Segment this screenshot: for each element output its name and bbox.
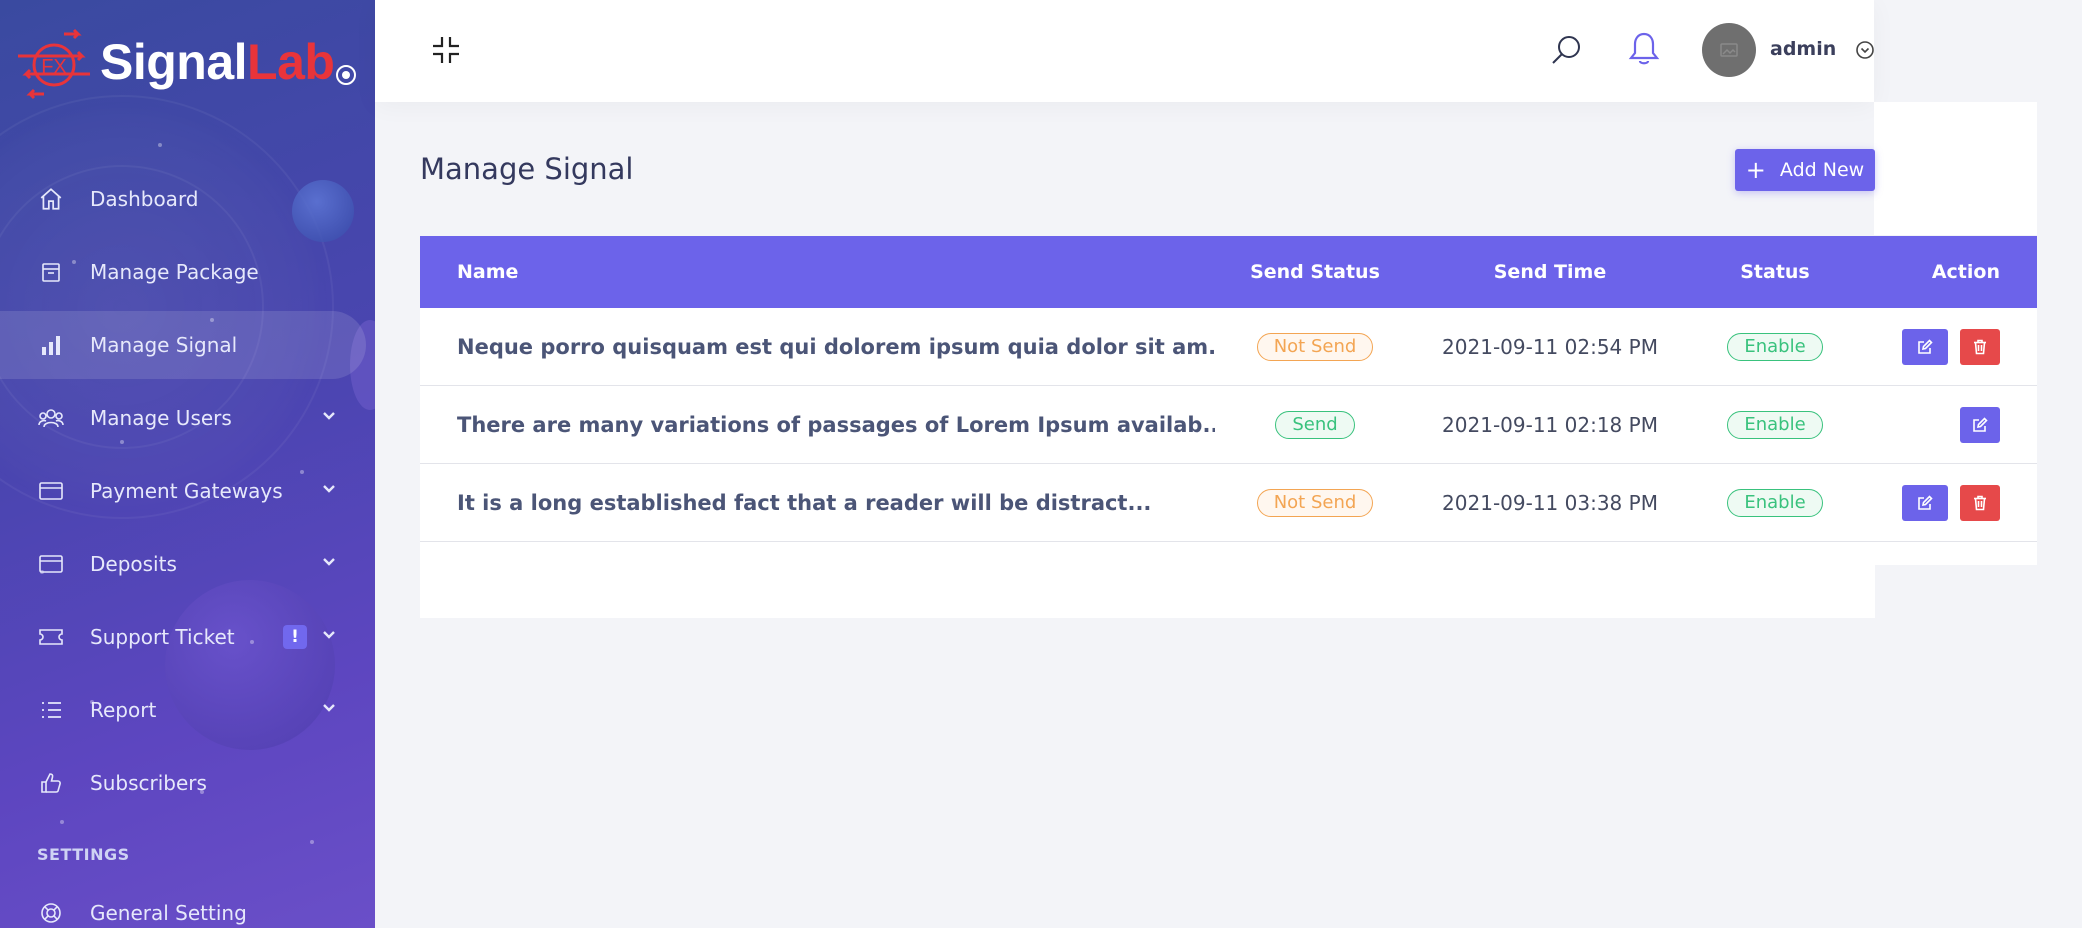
sidebar-item-label: Deposits <box>90 552 177 576</box>
chevron-down-circle-icon[interactable] <box>1855 40 1875 60</box>
brand-logo[interactable]: FX SignalLab <box>12 22 352 102</box>
trash-icon <box>1974 339 1986 354</box>
chevron-down-icon <box>323 558 335 566</box>
sidebar-item-label: Manage Signal <box>90 333 238 357</box>
edit-button[interactable] <box>1902 484 1948 521</box>
table-row: There are many variations of passages of… <box>420 386 2037 464</box>
background-panel <box>1874 540 2037 565</box>
image-placeholder-icon <box>1720 43 1738 57</box>
settings-heading: SETTINGS <box>37 845 130 864</box>
avatar[interactable] <box>1702 23 1756 77</box>
col-header-send-status: Send Status <box>1250 261 1380 283</box>
bar-chart-icon <box>36 330 66 360</box>
signal-name: It is a long established fact that a rea… <box>457 490 1152 515</box>
sidebar-item-label: Subscribers <box>90 771 207 795</box>
signal-name: Neque porro quisquam est qui dolorem ips… <box>457 334 1215 359</box>
signals-table: Name Send Status Send Time Status Action… <box>420 236 2037 542</box>
edit-button[interactable] <box>1960 406 2000 443</box>
edit-icon <box>1918 494 1933 510</box>
sidebar: FX SignalLab Dashboard Manage Package Ma… <box>0 0 375 928</box>
sidebar-item-manage-users[interactable]: Manage Users <box>0 384 375 452</box>
sidebar-item-dashboard[interactable]: Dashboard <box>0 165 375 233</box>
plus-icon: + <box>1745 156 1766 184</box>
background-panel <box>1874 102 2037 235</box>
page-title: Manage Signal <box>420 152 634 186</box>
sidebar-item-label: Dashboard <box>90 187 199 211</box>
brand-name: SignalLab <box>100 34 335 90</box>
sidebar-item-label: Payment Gateways <box>90 479 283 503</box>
thumbs-up-icon <box>36 768 66 798</box>
send-time: 2021-09-11 02:54 PM <box>1442 334 1658 359</box>
status-badge: Enable <box>1727 488 1823 517</box>
sidebar-item-payment-gateways[interactable]: Payment Gateways <box>0 457 375 525</box>
package-icon <box>36 257 66 287</box>
trash-icon <box>1974 495 1986 510</box>
send-status-badge: Not Send <box>1256 488 1374 517</box>
delete-button[interactable] <box>1960 328 2000 365</box>
col-header-action: Action <box>1931 261 2000 283</box>
status-badge: Enable <box>1727 332 1823 361</box>
sidebar-item-manage-signal[interactable]: Manage Signal <box>0 311 366 379</box>
col-header-status: Status <box>1740 261 1810 283</box>
ticket-icon <box>36 622 66 652</box>
sidebar-item-deposits[interactable]: Deposits <box>0 530 375 598</box>
user-name[interactable]: admin <box>1770 38 1836 60</box>
home-icon <box>36 184 66 214</box>
add-new-label: Add New <box>1779 159 1865 181</box>
search-icon[interactable] <box>1550 33 1584 67</box>
edit-button[interactable] <box>1902 328 1948 365</box>
bell-icon[interactable] <box>1628 31 1660 67</box>
chevron-down-icon <box>323 412 335 420</box>
sidebar-item-general-setting[interactable]: General Setting <box>0 893 375 928</box>
send-status-badge: Not Send <box>1256 332 1374 361</box>
fx-logo-icon: FX <box>12 22 96 102</box>
list-icon <box>36 695 66 725</box>
table-header: Name Send Status Send Time Status Action <box>420 236 2037 308</box>
top-header: admin <box>375 0 1874 102</box>
status-badge: Enable <box>1727 410 1823 439</box>
users-icon <box>36 403 66 433</box>
sidebar-menu: Dashboard Manage Package Manage Signal M… <box>0 165 375 822</box>
credit-card-icon <box>36 476 66 506</box>
sidebar-item-support-ticket[interactable]: Support Ticket ! <box>0 603 375 671</box>
sidebar-toggle-icon[interactable] <box>336 65 356 85</box>
send-time: 2021-09-11 03:38 PM <box>1442 490 1658 515</box>
table-row: Neque porro quisquam est qui dolorem ips… <box>420 308 2037 386</box>
collapse-icon[interactable] <box>431 35 461 65</box>
sidebar-item-subscribers[interactable]: Subscribers <box>0 749 375 817</box>
send-time: 2021-09-11 02:18 PM <box>1442 412 1658 437</box>
chevron-down-icon <box>323 704 335 712</box>
chevron-down-icon <box>323 631 335 639</box>
chevron-down-icon <box>323 485 335 493</box>
lifebuoy-icon <box>36 898 66 928</box>
sidebar-item-label: Manage Package <box>90 260 259 284</box>
sidebar-item-label: Manage Users <box>90 406 232 430</box>
col-header-send-time: Send Time <box>1493 261 1607 283</box>
table-row: It is a long established fact that a rea… <box>420 464 2037 542</box>
sidebar-item-label: General Setting <box>90 901 247 925</box>
sidebar-item-label: Support Ticket <box>90 625 235 649</box>
credit-card-icon <box>36 549 66 579</box>
sidebar-item-label: Report <box>90 698 157 722</box>
add-new-button[interactable]: + Add New <box>1735 149 1875 191</box>
delete-button[interactable] <box>1960 484 2000 521</box>
edit-icon <box>1918 338 1933 354</box>
sidebar-item-manage-package[interactable]: Manage Package <box>0 238 375 306</box>
edit-icon <box>1973 416 1988 432</box>
sidebar-item-report[interactable]: Report <box>0 676 375 744</box>
alert-badge: ! <box>283 625 307 649</box>
send-status-badge: Send <box>1275 410 1355 439</box>
signal-name: There are many variations of passages of… <box>457 412 1215 437</box>
col-header-name: Name <box>457 261 519 283</box>
